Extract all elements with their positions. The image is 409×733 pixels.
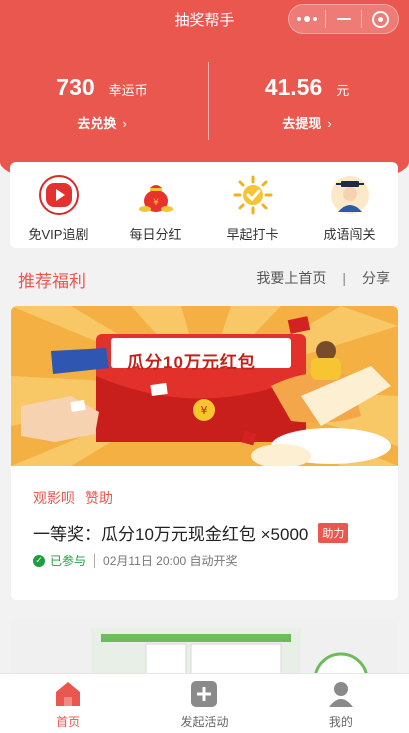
add-icon (190, 680, 218, 708)
giveaway-meta: ✓ 已参与 02月11日 20:00 自动开奖 (33, 552, 238, 569)
banner-headline: 瓜分10万元红包 (127, 353, 256, 372)
feature-on-home-link[interactable]: 我要上首页 (256, 268, 326, 288)
coin-unit: 幸运币 (108, 83, 148, 98)
user-icon (327, 680, 355, 708)
boost-badge: 助力 (318, 522, 349, 543)
shortcut-vip-drama[interactable]: 免VIP追剧 (10, 162, 107, 248)
prize-title: 一等奖：瓜分10万元现金红包 ×5000 助力 (33, 520, 349, 545)
more-button[interactable] (289, 5, 325, 33)
svg-text:¥: ¥ (201, 404, 208, 417)
close-target-icon (371, 10, 389, 28)
chevron-right-icon: › (327, 116, 332, 131)
withdraw-link[interactable]: 去提现 › (205, 113, 409, 132)
sponsor-tags: 观影呗 赞助 (33, 488, 123, 508)
section-title: 推荐福利 (18, 272, 86, 291)
shortcut-daily-dividend[interactable]: ¥ 每日分红 (107, 162, 204, 248)
sponsor-name: 观影呗 (33, 490, 75, 506)
giveaway-banner: ¥ 瓜分10万元红包 (11, 306, 398, 466)
video-play-icon (38, 174, 80, 216)
sponsor-label: 赞助 (85, 490, 113, 506)
more-dots-icon (296, 16, 317, 22)
separator: | (342, 270, 346, 286)
minimize-button[interactable] (326, 5, 362, 33)
cash-unit: 元 (336, 83, 350, 98)
sun-check-icon (232, 174, 274, 216)
joined-status: ✓ 已参与 (33, 552, 86, 569)
chevron-right-icon: › (122, 116, 127, 131)
tab-profile[interactable]: 我的 (273, 674, 409, 733)
shortcut-morning-checkin[interactable]: 早起打卡 (204, 162, 301, 248)
scholar-avatar-icon (329, 174, 371, 216)
bottom-tab-bar: 首页 发起活动 我的 (0, 673, 409, 733)
share-link[interactable]: 分享 (362, 268, 390, 288)
shortcut-idiom-challenge[interactable]: 成语闯关 (301, 162, 398, 248)
exchange-link[interactable]: 去兑换 › (0, 113, 204, 132)
tab-home[interactable]: 首页 (0, 674, 136, 733)
giveaway-card[interactable]: ¥ 瓜分10万元红包 观影呗 赞助 一等奖：瓜分10万元现金红包 ×5000 助力… (11, 306, 398, 600)
draw-time: 02月11日 20:00 自动开奖 (103, 554, 238, 568)
section-actions: 我要上首页 | 分享 (256, 268, 390, 288)
coin-value: 730 (56, 74, 95, 100)
cash-value: 41.56 (264, 74, 323, 100)
coin-balance: 730 幸运币 去兑换 › (0, 74, 204, 132)
home-icon (54, 680, 82, 708)
tab-create-event[interactable]: 发起活动 (136, 674, 272, 733)
svg-text:¥: ¥ (153, 198, 159, 208)
minimize-icon (336, 18, 351, 20)
money-bag-icon: ¥ (135, 174, 177, 216)
close-button[interactable] (362, 5, 398, 33)
shortcut-grid: 免VIP追剧 ¥ 每日分红 早起打卡 成语闯关 (10, 162, 398, 248)
check-circle-icon: ✓ (33, 554, 45, 567)
cash-balance: 41.56 元 去提现 › (205, 74, 409, 132)
mini-program-capsule (288, 4, 399, 34)
